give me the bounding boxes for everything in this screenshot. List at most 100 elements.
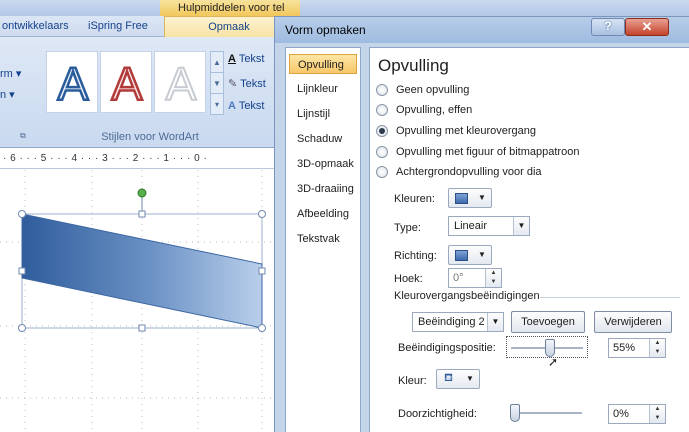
text-effects-button[interactable]: A Tekst	[228, 100, 265, 112]
panel-title: Opvulling	[378, 56, 449, 75]
kleuren-label: Kleuren:	[394, 193, 435, 205]
spin-down-icon[interactable]: ▼	[650, 414, 665, 423]
stop-position-spinner[interactable]: 55% ▲ ▼	[608, 338, 666, 358]
text-outline-button[interactable]: ✎ Tekst	[228, 77, 266, 90]
paint-bucket-icon: ⛾	[444, 372, 453, 384]
gradient-stop-select[interactable]: Beëindiging 2 ▼	[412, 312, 504, 332]
wordart-style-blue[interactable]: A	[46, 51, 98, 113]
ribbon-title-bar	[0, 0, 689, 16]
add-stop-button[interactable]: Toevoegen	[511, 311, 585, 333]
stop-color-button[interactable]: ⛾ ▼	[436, 369, 480, 389]
radio-button[interactable]	[376, 84, 388, 96]
dialog-title: Vorm opmaken	[285, 23, 366, 37]
chevron-down-icon: ▼	[466, 374, 474, 383]
wordart-style-light[interactable]: A	[154, 51, 206, 113]
nav-item-lijnkleur[interactable]: Lijnkleur	[289, 79, 357, 99]
wordart-style-red[interactable]: A	[100, 51, 152, 113]
nav-item-3d-draaiing[interactable]: 3D-draaiing	[289, 179, 357, 199]
tab-ispring-free[interactable]: iSpring Free	[88, 20, 148, 32]
nav-item-3d-opmaak[interactable]: 3D-opmaak	[289, 154, 357, 174]
section-divider	[540, 297, 680, 298]
chevron-down-icon: ▼	[513, 217, 529, 235]
resize-handle-top-right[interactable]	[258, 210, 266, 218]
resize-handle-left[interactable]	[18, 267, 26, 275]
radio-label: Geen opvulling	[396, 84, 470, 96]
spin-up-icon[interactable]: ▲	[486, 269, 501, 278]
ribbon-dropdown-1[interactable]: rm ▾	[0, 67, 21, 80]
radio-button[interactable]	[376, 166, 388, 178]
nav-item-lijnstijl[interactable]: Lijnstijl	[289, 104, 357, 124]
dialog-launcher-icon[interactable]: ⧉	[20, 131, 26, 141]
pen-icon: ✎	[228, 78, 238, 90]
group-label-wordart-styles: Stijlen voor WordArt	[101, 131, 199, 143]
horizontal-ruler: · 6 · · · 5 · · · 4 · · · 3 · · · 2 · · …	[0, 149, 300, 169]
slide-canvas	[0, 170, 300, 432]
type-label: Type:	[394, 222, 421, 234]
ribbon-dropdown-2[interactable]: n ▾	[0, 88, 15, 101]
wordart-letter: A	[112, 58, 143, 106]
close-button[interactable]: ✕	[625, 18, 669, 36]
radio-button[interactable]	[376, 104, 388, 116]
dialog-title-bar[interactable]: Vorm opmaken ? ✕	[275, 17, 689, 43]
rotation-handle[interactable]	[137, 188, 147, 198]
text-fill-button[interactable]: A Tekst	[228, 53, 265, 65]
stop-position-slider[interactable]	[506, 336, 588, 358]
spin-down-icon[interactable]: ▼	[650, 348, 665, 357]
spin-arrows[interactable]: ▲ ▼	[649, 339, 665, 357]
gradient-parallelogram-shape[interactable]	[21, 213, 263, 329]
gallery-more-icon[interactable]: ▾	[211, 94, 223, 115]
nav-item-schaduw[interactable]: Schaduw	[289, 129, 357, 149]
resize-handle-bottom-right[interactable]	[258, 324, 266, 332]
wordart-letter: A	[58, 58, 89, 106]
spin-down-icon[interactable]: ▼	[486, 278, 501, 287]
nav-item-tekstvak[interactable]: Tekstvak	[289, 229, 357, 249]
direction-button[interactable]: ▼	[448, 245, 492, 265]
nav-item-afbeelding[interactable]: Afbeelding	[289, 204, 357, 224]
richting-label: Richting:	[394, 250, 437, 262]
radio-button-selected[interactable]	[376, 125, 388, 137]
gallery-scroll[interactable]: ▲ ▼ ▾	[210, 51, 224, 115]
context-tab-header: Hulpmiddelen voor tel	[160, 0, 300, 16]
resize-handle-right[interactable]	[258, 267, 266, 275]
fill-settings-panel: Opvulling Geen opvulling Opvulling, effe…	[369, 47, 689, 432]
text-outline-label: Tekst	[240, 78, 266, 90]
transparency-slider[interactable]	[506, 402, 588, 424]
transparency-spinner[interactable]: 0% ▲ ▼	[608, 404, 666, 424]
spin-up-icon[interactable]: ▲	[650, 405, 665, 414]
gradient-type-value: Lineair	[454, 220, 488, 232]
resize-handle-bottom-left[interactable]	[18, 324, 26, 332]
radio-label: Opvulling met kleurovergang	[396, 125, 537, 137]
preset-colors-button[interactable]: ▼	[448, 188, 492, 208]
help-button[interactable]: ?	[591, 18, 625, 36]
hoek-label: Hoek:	[394, 273, 423, 285]
resize-handle-top-left[interactable]	[18, 210, 26, 218]
radio-label: Achtergrondopvulling voor dia	[396, 166, 542, 178]
slider-thumb[interactable]	[510, 404, 520, 422]
text-fill-icon: A	[228, 53, 236, 65]
nav-item-opvulling[interactable]: Opvulling	[289, 54, 357, 74]
stop-position-label: Beëindigingspositie:	[398, 342, 496, 354]
transparency-label: Doorzichtigheid:	[398, 408, 477, 420]
tab-ontwikkelaars[interactable]: ontwikkelaars	[2, 20, 69, 32]
angle-spinner[interactable]: 0° ▲ ▼	[448, 268, 502, 288]
spin-up-icon[interactable]: ▲	[650, 339, 665, 348]
resize-handle-top[interactable]	[138, 210, 146, 218]
chevron-down-icon: ▼	[478, 193, 486, 202]
gradient-stop-value: Beëindiging 2	[418, 316, 485, 328]
stop-position-value: 55%	[613, 342, 636, 354]
radio-label: Opvulling, effen	[396, 104, 473, 116]
gradient-stops-heading: Kleurovergangsbeëindigingen	[394, 290, 540, 302]
text-fill-label: Tekst	[238, 53, 265, 65]
wordart-letter: A	[166, 58, 197, 106]
format-shape-dialog: Vorm opmaken ? ✕ Opvulling Lijnkleur Lij…	[274, 16, 689, 432]
spin-arrows[interactable]: ▲ ▼	[485, 269, 501, 287]
radio-label: Opvulling met figuur of bitmappatroon	[396, 146, 580, 158]
radio-button[interactable]	[376, 146, 388, 158]
chevron-up-icon[interactable]: ▲	[211, 52, 223, 73]
remove-stop-button[interactable]: Verwijderen	[594, 311, 672, 333]
gradient-type-select[interactable]: Lineair ▼	[448, 216, 530, 236]
resize-handle-bottom[interactable]	[138, 324, 146, 332]
direction-icon	[455, 250, 468, 261]
chevron-down-icon[interactable]: ▼	[211, 73, 223, 94]
spin-arrows[interactable]: ▲ ▼	[649, 405, 665, 423]
